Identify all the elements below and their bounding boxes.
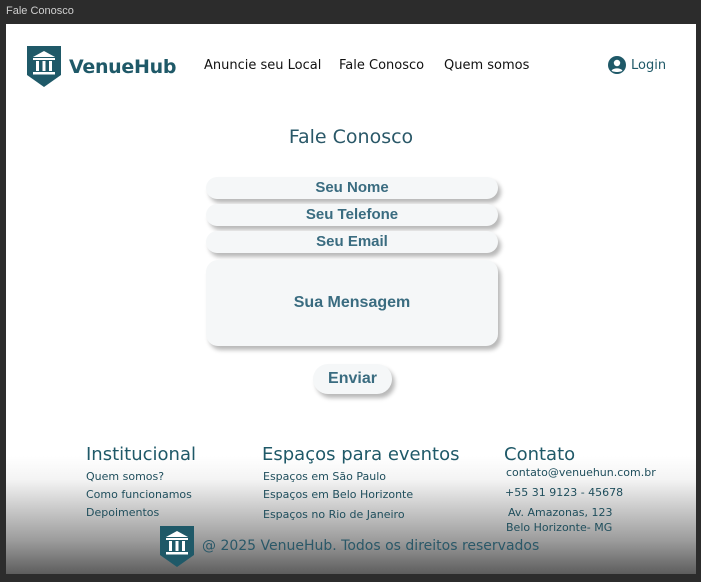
museum-icon — [160, 526, 194, 567]
brand-name: VenueHub — [69, 55, 177, 78]
footer-espacos-title: Espaços para eventos — [262, 444, 460, 465]
user-icon — [608, 56, 626, 74]
footer-link-como-funcionamos[interactable]: Como funcionamos — [86, 488, 192, 501]
submit-button[interactable]: Enviar — [313, 364, 392, 394]
footer-institucional-title: Institucional — [86, 444, 196, 465]
page-title: Fale Conosco — [288, 126, 414, 148]
footer-link-quem-somos[interactable]: Quem somos? — [86, 470, 164, 483]
email-field[interactable]: Seu Email — [206, 231, 498, 253]
login-label: Login — [631, 57, 667, 73]
nav-fale-conosco[interactable]: Fale Conosco — [339, 58, 424, 73]
footer-link-sao-paulo[interactable]: Espaços em São Paulo — [263, 470, 386, 483]
brand-logo[interactable]: VenueHub — [27, 46, 176, 87]
name-field[interactable]: Seu Nome — [206, 177, 498, 199]
contact-email[interactable]: contato@venuehun.com.br — [506, 466, 656, 479]
footer-link-rio-de-janeiro[interactable]: Espaços no Rio de Janeiro — [263, 508, 405, 521]
window-title: Fale Conosco — [6, 5, 74, 17]
phone-field[interactable]: Seu Telefone — [206, 204, 498, 226]
contact-address-city: Belo Horizonte- MG — [506, 521, 613, 534]
page: VenueHub Anuncie seu Local Fale Conosco … — [6, 24, 696, 574]
copyright-text: @ 2025 VenueHub. Todos os direitos reser… — [202, 538, 540, 554]
message-field[interactable]: Sua Mensagem — [206, 260, 498, 346]
nav-quem-somos[interactable]: Quem somos — [444, 58, 529, 73]
footer-link-belo-horizonte[interactable]: Espaços em Belo Horizonte — [263, 488, 413, 501]
footer-contato-title: Contato — [504, 444, 576, 465]
contact-phone: +55 31 9123 - 45678 — [505, 486, 624, 499]
nav-anuncie[interactable]: Anuncie seu Local — [204, 58, 321, 73]
museum-icon — [27, 46, 61, 87]
contact-address-street: Av. Amazonas, 123 — [508, 506, 613, 519]
login-button[interactable]: Login — [608, 56, 666, 74]
footer-link-depoimentos[interactable]: Depoimentos — [86, 506, 159, 519]
